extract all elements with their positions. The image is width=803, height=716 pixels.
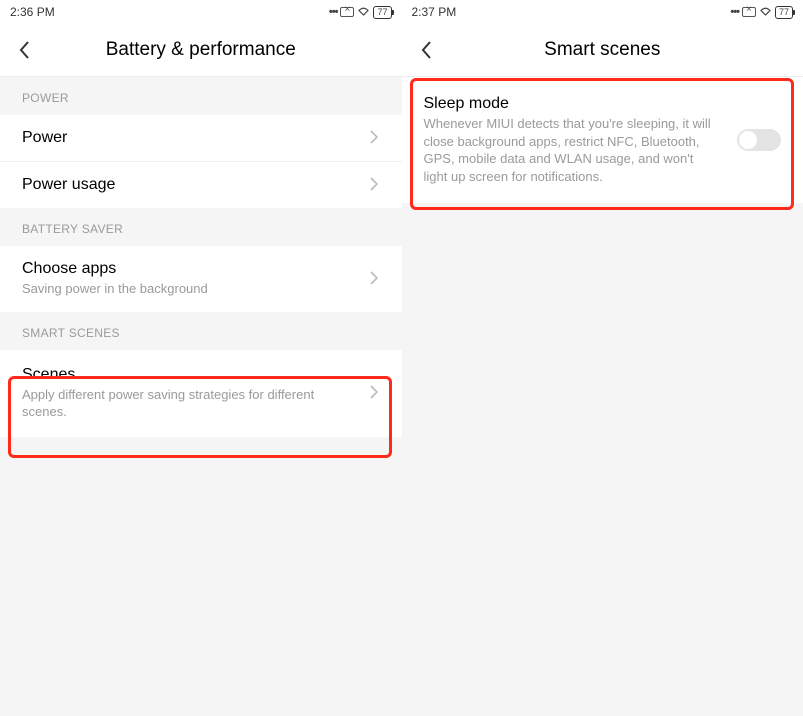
wifi-icon	[357, 6, 370, 19]
section-header-smart-scenes: SMART SCENES	[0, 312, 402, 350]
page-title: Battery & performance	[0, 39, 402, 61]
section-header-power: POWER	[0, 77, 402, 115]
row-subtitle: Whenever MIUI detects that you're sleepi…	[424, 115, 714, 185]
status-time: 2:36 PM	[10, 5, 55, 19]
sim-icon	[742, 7, 756, 17]
battery-icon: 77	[775, 6, 793, 19]
row-power[interactable]: Power	[0, 115, 402, 161]
screen-smart-scenes: 2:37 PM ••• 77 Smart scenes Sleep mode W…	[402, 0, 803, 716]
section-header-battery-saver: BATTERY SAVER	[0, 208, 402, 246]
sleep-mode-toggle[interactable]	[737, 129, 781, 151]
row-title: Scenes	[22, 366, 360, 384]
empty-area	[402, 203, 803, 716]
row-title: Sleep mode	[424, 95, 726, 113]
row-title: Power usage	[22, 176, 360, 194]
status-bar: 2:37 PM ••• 77	[402, 0, 803, 24]
status-bar: 2:36 PM ••• 77	[0, 0, 402, 24]
row-power-usage[interactable]: Power usage	[0, 161, 402, 208]
back-button[interactable]	[18, 40, 38, 60]
row-sleep-mode[interactable]: Sleep mode Whenever MIUI detects that yo…	[402, 77, 803, 203]
row-title: Power	[22, 129, 360, 147]
wifi-icon	[759, 6, 772, 19]
more-icon: •••	[329, 6, 338, 18]
page-title: Smart scenes	[402, 39, 803, 61]
chevron-right-icon	[370, 130, 380, 146]
header: Battery & performance	[0, 24, 402, 76]
row-subtitle: Saving power in the background	[22, 280, 360, 298]
sim-icon	[340, 7, 354, 17]
more-icon: •••	[730, 6, 739, 18]
chevron-right-icon	[370, 271, 380, 287]
header: Smart scenes	[402, 24, 803, 76]
row-subtitle: Apply different power saving strategies …	[22, 386, 360, 421]
row-title: Choose apps	[22, 260, 360, 278]
dual-screenshot-container: 2:36 PM ••• 77 Battery & performance POW…	[0, 0, 803, 716]
status-icons: ••• 77	[329, 6, 392, 19]
back-button[interactable]	[420, 40, 440, 60]
screen-battery-performance: 2:36 PM ••• 77 Battery & performance POW…	[0, 0, 402, 716]
row-choose-apps[interactable]: Choose apps Saving power in the backgrou…	[0, 246, 402, 312]
chevron-right-icon	[370, 385, 380, 401]
section-smart-scenes: Scenes Apply different power saving stra…	[0, 350, 402, 437]
status-icons: ••• 77	[730, 6, 793, 19]
row-scenes[interactable]: Scenes Apply different power saving stra…	[0, 350, 402, 437]
status-time: 2:37 PM	[412, 5, 457, 19]
section-battery-saver: Choose apps Saving power in the backgrou…	[0, 246, 402, 312]
battery-icon: 77	[373, 6, 391, 19]
chevron-right-icon	[370, 177, 380, 193]
section-power: Power Power usage	[0, 115, 402, 208]
section-sleep-mode: Sleep mode Whenever MIUI detects that yo…	[402, 77, 803, 203]
